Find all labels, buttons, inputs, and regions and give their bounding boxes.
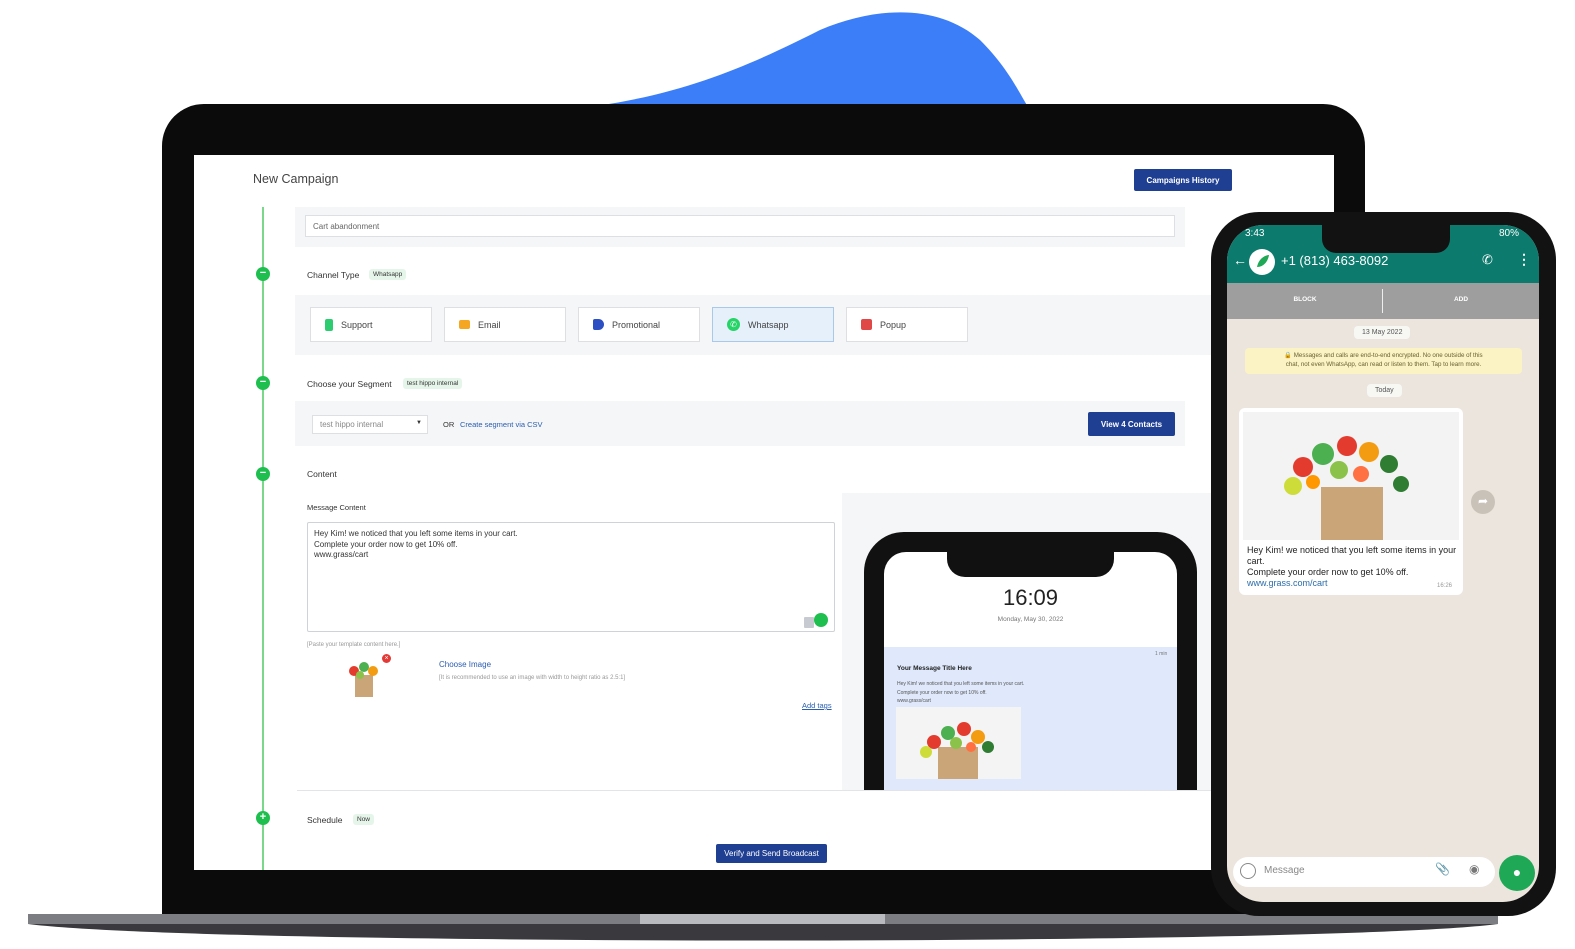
channel-step-dot[interactable]: − [256, 267, 270, 281]
preview-notif-line: www.grass/cart [897, 698, 931, 704]
channel-whatsapp-option[interactable]: ✆ Whatsapp [712, 307, 834, 342]
contact-avatar[interactable] [1249, 249, 1275, 275]
channel-type-tag: Whatsapp [369, 269, 407, 280]
image-thumbnail [340, 657, 390, 697]
attachment-icon[interactable]: 📎 [1435, 862, 1450, 876]
message-content-textarea[interactable]: Hey Kim! we noticed that you left some i… [307, 522, 835, 632]
create-segment-csv-link[interactable]: Create segment via CSV [460, 420, 543, 429]
schedule-tag: Now [353, 814, 375, 825]
action-separator [1382, 289, 1383, 313]
segment-dropdown[interactable]: test hippo internal ▼ [312, 415, 428, 434]
chevron-down-icon: ▼ [416, 420, 422, 426]
channel-popup-label: Popup [880, 319, 907, 330]
segment-label: Choose your Segment [307, 379, 392, 389]
add-call-icon[interactable]: ✆ [1482, 252, 1493, 268]
status-battery: 80% [1499, 228, 1520, 239]
whatsapp-phone-notch [1322, 225, 1450, 253]
message-line: www.grass/cart [314, 550, 369, 559]
channel-promotional-label: Promotional [612, 319, 661, 330]
back-arrow-icon[interactable]: ← [1233, 252, 1247, 268]
add-button[interactable]: ADD [1383, 296, 1539, 303]
channel-promotional-option[interactable]: Promotional [578, 307, 700, 342]
add-tags-link[interactable]: Add tags [802, 701, 832, 710]
whatsapp-icon: ✆ [727, 318, 740, 331]
preview-notif-line: Complete your order now to get 10% off. [897, 689, 987, 696]
popup-icon [861, 319, 872, 330]
preview-notif-time: 1 min [1155, 651, 1168, 657]
message-line: Complete your order now to get 10% off. [1247, 567, 1409, 577]
channel-support-label: Support [341, 319, 373, 330]
segment-dropdown-value: test hippo internal [320, 420, 384, 429]
forward-icon[interactable]: ➦ [1471, 490, 1495, 514]
channel-whatsapp-label: Whatsapp [748, 319, 789, 330]
encryption-line: chat, not even WhatsApp, can read or lis… [1285, 361, 1482, 368]
image-ratio-hint: [It is recommended to use an image with … [439, 675, 626, 681]
schedule-label: Schedule [307, 815, 343, 825]
channel-type-label: Channel Type [307, 270, 360, 280]
channel-popup-option[interactable]: Popup [846, 307, 968, 342]
template-icon[interactable] [804, 617, 814, 628]
preview-notif-body: Hey Kim! we noticed that you left some i… [897, 680, 1024, 706]
email-icon [459, 320, 470, 329]
message-content-label: Message Content [307, 503, 366, 512]
microphone-icon[interactable]: ● [1499, 855, 1535, 891]
date-pill: 13 May 2022 [1354, 326, 1411, 339]
paste-hint: [Paste your template content here.] [307, 642, 401, 648]
message-input[interactable]: Message [1264, 865, 1305, 876]
view-contacts-button[interactable]: View 4 Contacts [1088, 412, 1175, 436]
content-step-dot[interactable]: − [256, 467, 270, 481]
page-title: New Campaign [253, 172, 339, 186]
or-text: OR [443, 420, 455, 429]
verify-send-button[interactable]: Verify and Send Broadcast [716, 844, 827, 863]
content-label: Content [307, 469, 337, 479]
emoji-icon[interactable] [1240, 863, 1256, 879]
megaphone-icon [593, 319, 604, 330]
preview-time: 16:09 [1002, 585, 1059, 610]
camera-icon[interactable]: ◉ [1469, 862, 1479, 876]
message-image[interactable] [1243, 412, 1459, 540]
segment-step-dot[interactable]: − [256, 376, 270, 390]
campaign-name-input[interactable]: Cart abandonment [305, 215, 1175, 237]
phone-icon [325, 318, 333, 331]
encryption-line: 🔒 Messages and calls are end-to-end encr… [1284, 352, 1483, 359]
section-divider [297, 790, 1334, 791]
preview-notif-title: Your Message Title Here [897, 665, 972, 672]
preview-notif-line: Hey Kim! we noticed that you left some i… [897, 681, 1025, 687]
channel-email-label: Email [478, 319, 501, 330]
choose-image-link[interactable]: Choose Image [439, 660, 491, 669]
message-time: 16:26 [1437, 583, 1453, 589]
message-url-link[interactable]: www.grass.com/cart [1247, 578, 1457, 589]
emoji-picker-icon[interactable] [814, 613, 828, 627]
encryption-notice[interactable]: 🔒 Messages and calls are end-to-end encr… [1245, 348, 1522, 374]
channel-email-option[interactable]: Email [444, 307, 566, 342]
message-line: Hey Kim! we noticed that you left some i… [314, 529, 518, 538]
remove-image-icon[interactable]: × [382, 654, 391, 663]
status-time: 3:43 [1245, 228, 1265, 239]
segment-section [295, 401, 1185, 446]
preview-phone-notch [947, 545, 1114, 577]
message-text: Hey Kim! we noticed that you left some i… [1247, 545, 1457, 589]
background-blob [560, 12, 1030, 111]
block-button[interactable]: BLOCK [1227, 296, 1383, 303]
channel-support-option[interactable]: Support [310, 307, 432, 342]
campaigns-history-button[interactable]: Campaigns History [1134, 169, 1232, 191]
segment-tag: test hippo internal [403, 378, 463, 389]
contact-name[interactable]: +1 (813) 463-8092 [1281, 253, 1388, 268]
preview-date: Monday, May 30, 2022 [997, 616, 1064, 623]
more-options-icon[interactable]: ⋮ [1517, 251, 1531, 268]
message-line: Complete your order now to get 10% off. [314, 539, 458, 549]
laptop-base [28, 914, 1498, 941]
message-line: Hey Kim! we noticed that you left some i… [1247, 545, 1457, 566]
preview-product-image [896, 707, 1021, 779]
whatsapp-screen: 3:43 80% ← +1 (813) 463-8092 ✆ ⋮ BLOCK A… [1227, 225, 1539, 902]
today-pill: Today [1367, 384, 1402, 397]
timeline-line [262, 207, 264, 870]
schedule-step-dot[interactable]: + [256, 811, 270, 825]
